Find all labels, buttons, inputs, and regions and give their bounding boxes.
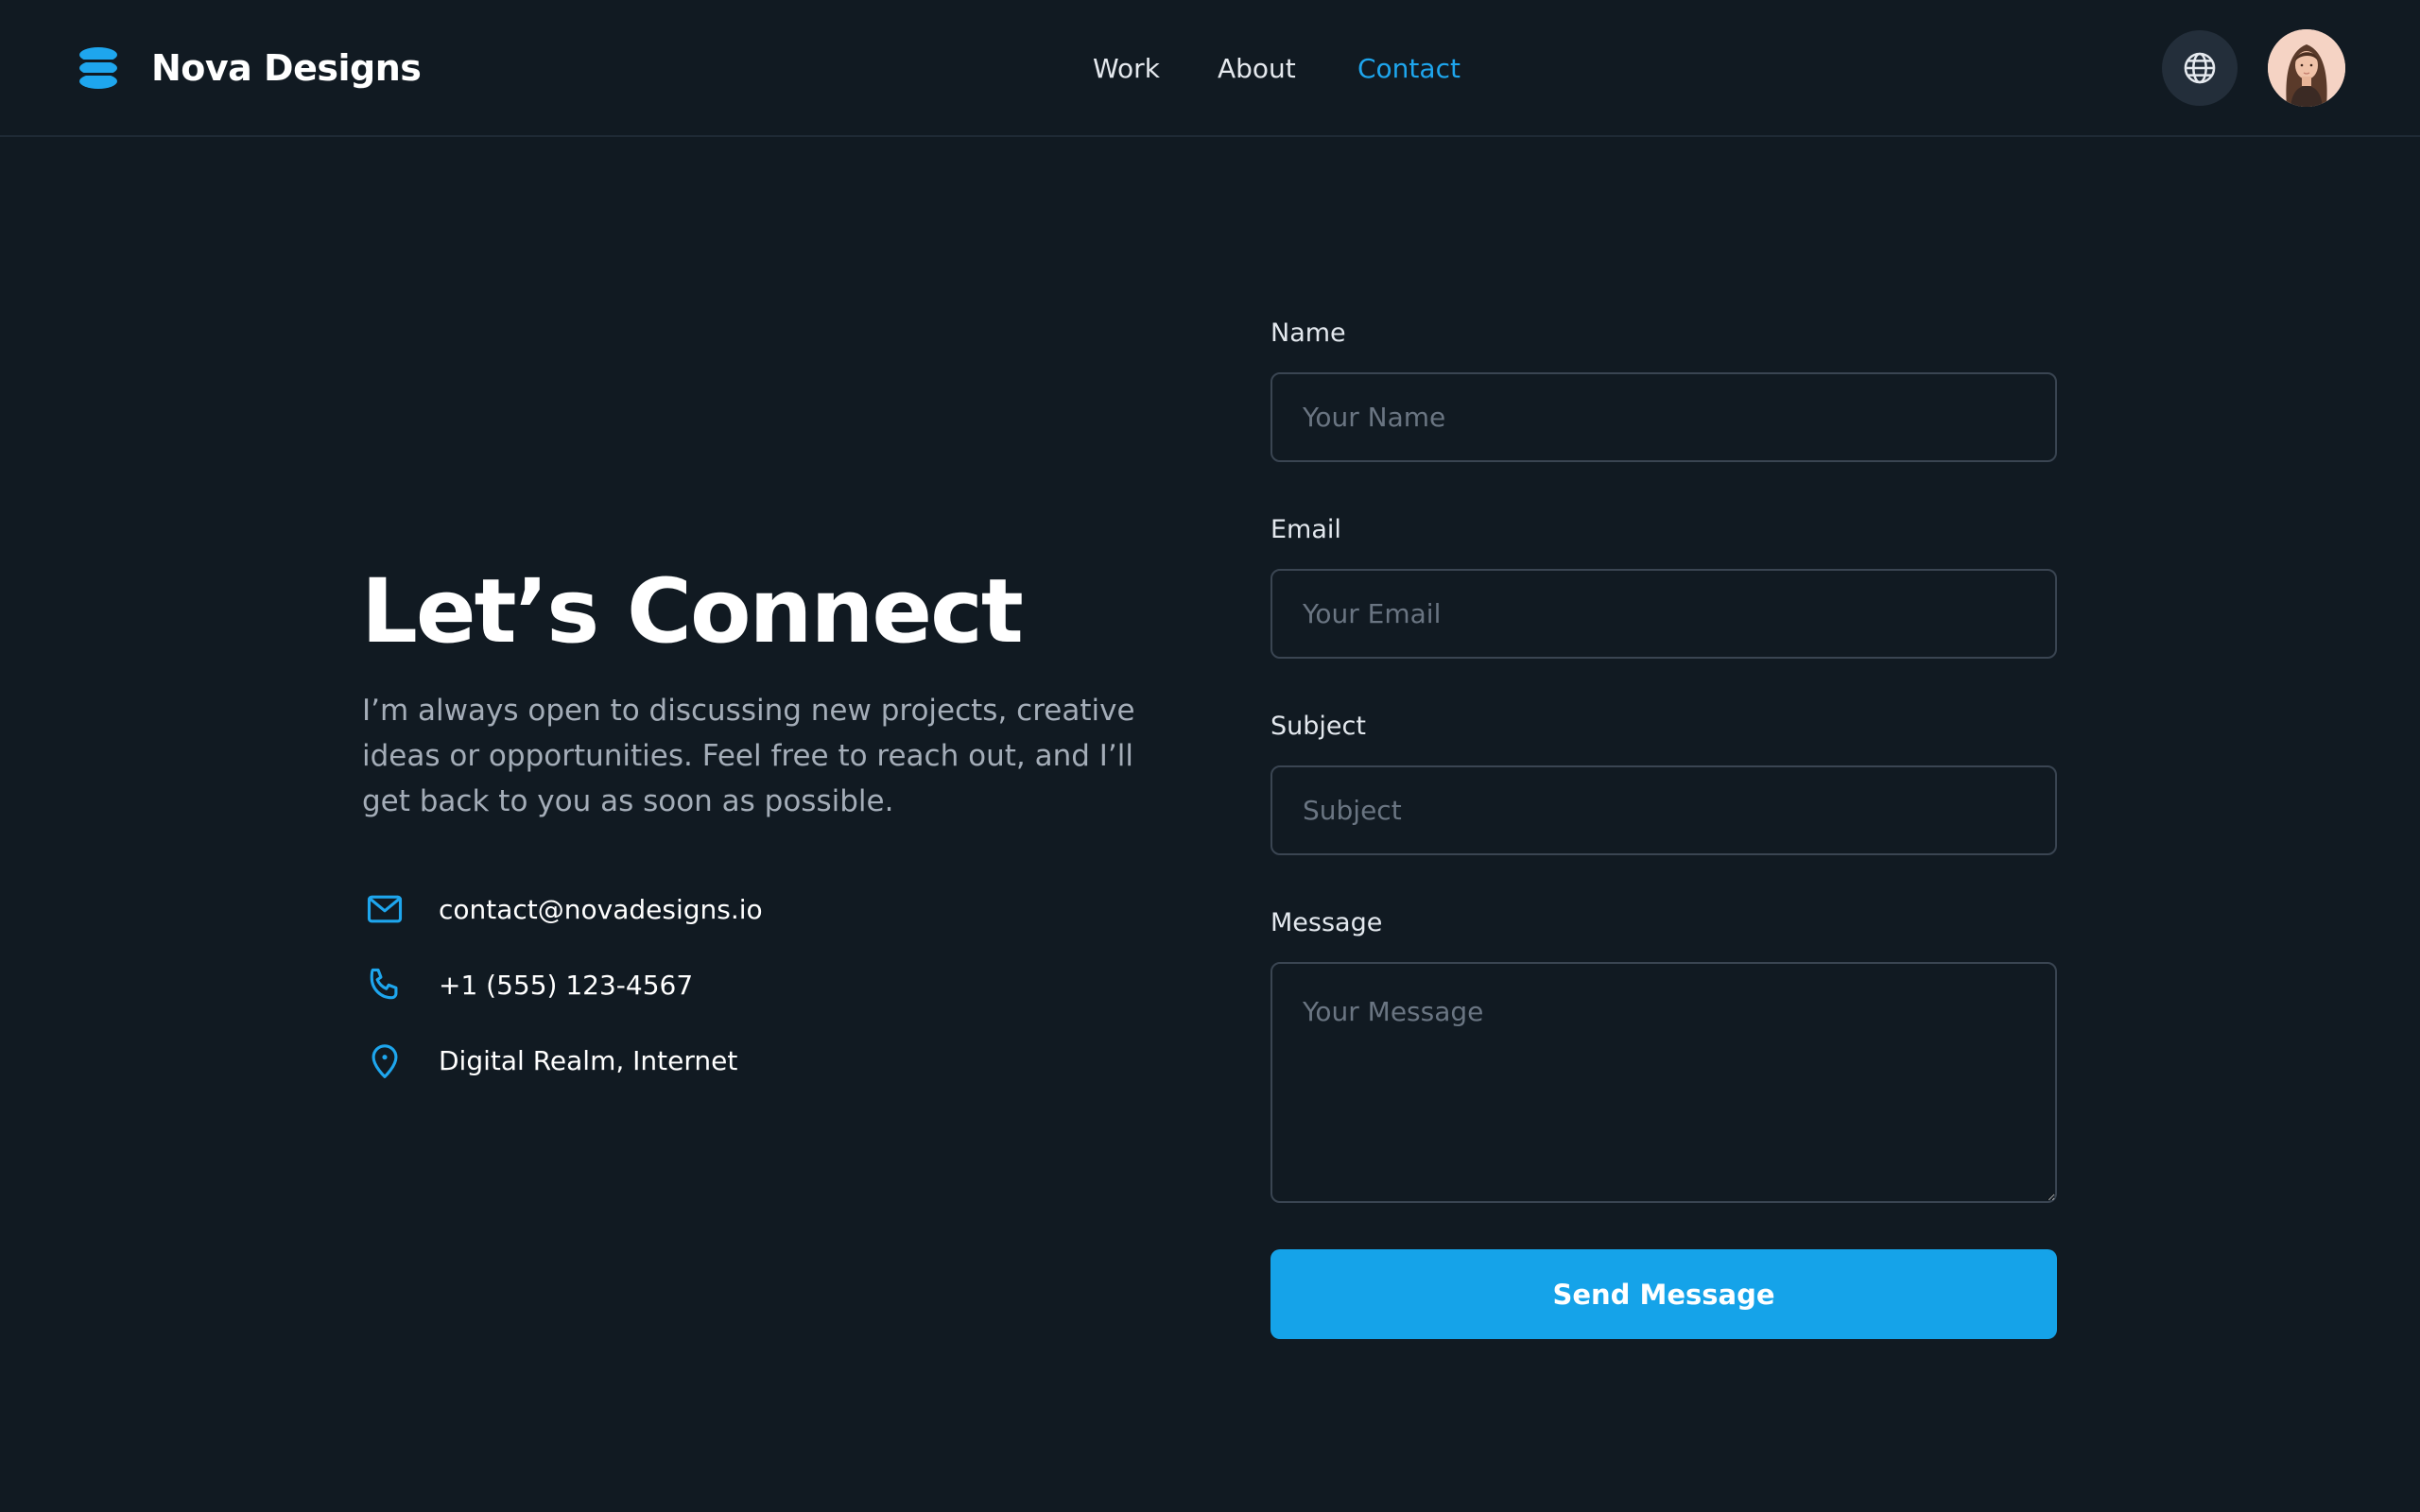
subject-label: Subject — [1270, 712, 1366, 741]
site-header: Nova Designs Work About Contact — [0, 0, 2420, 137]
globe-icon — [2184, 52, 2216, 84]
contact-email[interactable]: contact@novadesigns.io — [363, 887, 763, 931]
nav-link-work[interactable]: Work — [1093, 47, 1160, 91]
send-message-button[interactable]: Send Message — [1270, 1249, 2057, 1339]
message-textarea[interactable] — [1270, 962, 2057, 1203]
contact-location: Digital Realm, Internet — [363, 1039, 737, 1082]
name-label: Name — [1270, 318, 1346, 348]
map-pin-icon — [363, 1039, 406, 1082]
main-nav: Work About Contact — [0, 47, 2420, 91]
contact-phone-text: +1 (555) 123-4567 — [439, 969, 694, 1001]
contact-location-text: Digital Realm, Internet — [439, 1044, 738, 1076]
subject-input[interactable] — [1270, 765, 2057, 855]
language-button[interactable] — [2162, 30, 2238, 106]
intro-text: I’m always open to discussing new projec… — [362, 694, 1135, 818]
contact-phone[interactable]: +1 (555) 123-4567 — [363, 963, 693, 1006]
contact-email-text: contact@novadesigns.io — [439, 893, 763, 925]
message-label: Message — [1270, 908, 1383, 937]
page-title: Let’s Connect — [361, 560, 1024, 663]
nav-link-contact[interactable]: Contact — [1357, 47, 1461, 91]
phone-icon — [363, 963, 406, 1006]
avatar-image — [2268, 29, 2345, 107]
mail-icon — [363, 887, 406, 931]
nav-link-about[interactable]: About — [1218, 47, 1296, 91]
user-avatar[interactable] — [2268, 29, 2345, 107]
name-input[interactable] — [1270, 372, 2057, 462]
email-input[interactable] — [1270, 569, 2057, 659]
email-label: Email — [1270, 515, 1341, 544]
